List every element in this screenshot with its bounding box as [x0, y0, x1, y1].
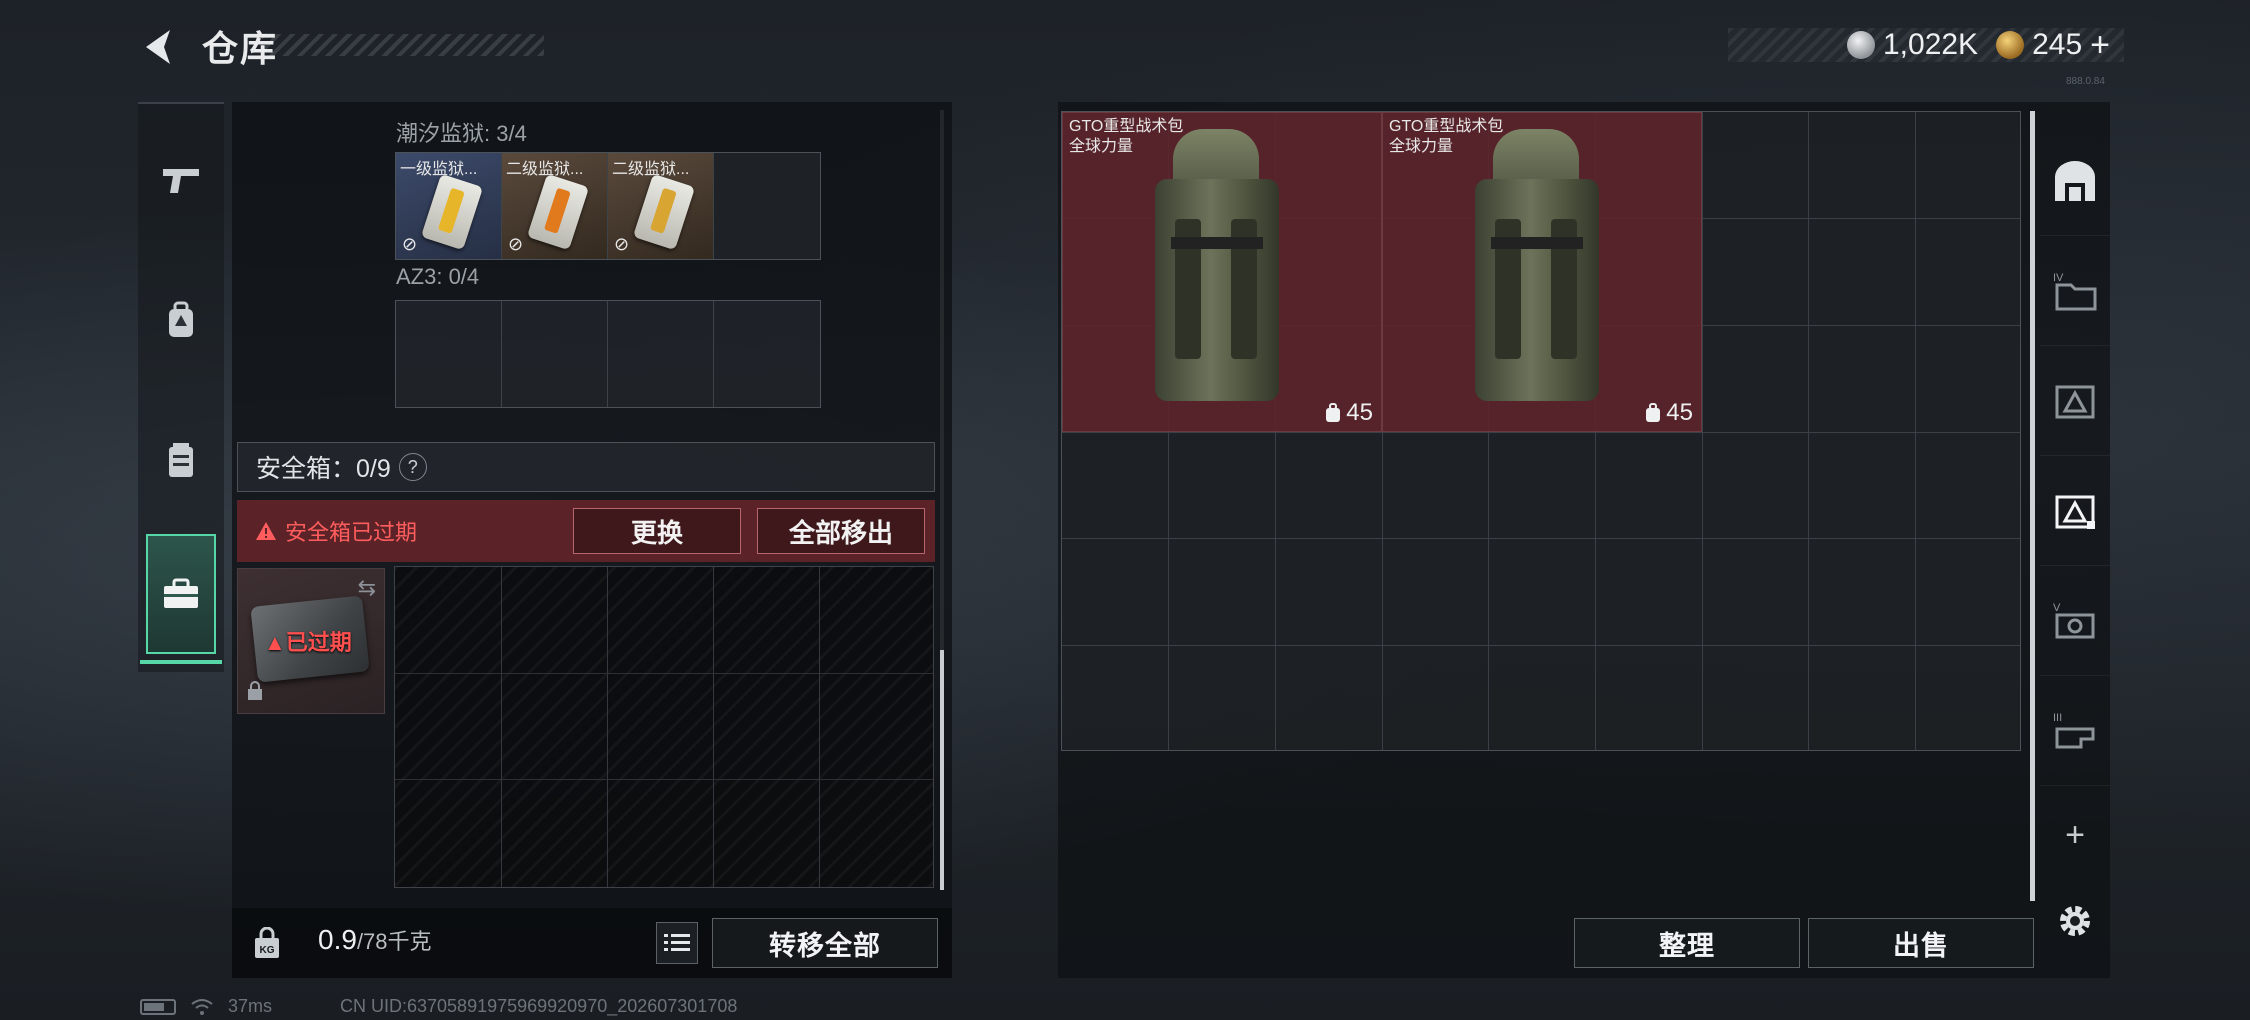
no-transfer-icon: ⊘	[614, 234, 630, 254]
bag-capacity-icon	[1646, 403, 1661, 422]
svg-text:IV: IV	[2053, 272, 2064, 284]
version-label: 888.0.84	[2066, 76, 2105, 87]
bag-capacity-icon	[1326, 403, 1341, 422]
section-label-az3: AZ3: 0/4	[396, 264, 480, 289]
expired-notice-text: 安全箱已过期	[285, 520, 418, 545]
stash-triangle-active-icon	[2055, 495, 2095, 529]
ping-label: 37ms	[228, 996, 273, 1016]
no-transfer-icon: ⊘	[508, 234, 524, 254]
left-footer: KG 0.9/78千克 转移全部	[232, 908, 952, 978]
stash-tab-iv[interactable]: IV	[2040, 236, 2110, 346]
empty-slot[interactable]	[502, 301, 608, 407]
key-card-slot[interactable]: 二级监狱... ⊘	[502, 153, 608, 259]
safebox-header: 安全箱：0/9 ?	[237, 442, 935, 492]
list-view-button[interactable]	[656, 922, 698, 964]
silver-amount: 1,022K	[1882, 28, 1979, 61]
expired-notice: 安全箱已过期	[255, 515, 417, 547]
stash-tray-icon: III	[2053, 712, 2095, 748]
toolbox-icon	[164, 578, 198, 608]
help-icon[interactable]: ?	[398, 453, 427, 481]
wifi-icon	[191, 998, 213, 1015]
tab-weapons[interactable]	[138, 120, 224, 240]
add-stash-tab-button[interactable]: +	[2040, 816, 2110, 866]
backpack-image	[1155, 129, 1279, 409]
organize-button[interactable]: 整理	[1574, 918, 1800, 968]
capacity-label: 45	[1324, 399, 1373, 427]
stash-tab-iii-b[interactable]: III	[2040, 676, 2110, 786]
warning-icon	[256, 522, 276, 540]
svg-text:III: III	[2053, 712, 2062, 724]
stash-tab-v[interactable]: V	[2040, 566, 2110, 676]
lock-icon	[246, 681, 264, 707]
key-card-icon	[526, 173, 590, 251]
backpack-icon	[169, 301, 193, 337]
backpack-image	[1475, 129, 1599, 409]
safebox-title: 安全箱：0/9	[256, 455, 391, 483]
empty-slot[interactable]	[714, 153, 820, 259]
swap-icon[interactable]: ⇆	[358, 575, 376, 601]
stash-item-backpack[interactable]: GTO重型战术包 全球力量 45	[1382, 112, 1702, 432]
stash-arch-icon	[2055, 160, 2095, 201]
empty-slot[interactable]	[714, 301, 820, 407]
stash-tab-active[interactable]	[2040, 456, 2110, 566]
stash-tab-iii[interactable]	[2040, 346, 2110, 456]
vest-icon	[169, 443, 193, 477]
silver-currency: 1,022K	[1846, 28, 1979, 62]
back-arrow-icon	[146, 30, 170, 64]
weight-value: 0.9	[318, 924, 357, 955]
az3-key-grid	[395, 300, 821, 408]
weight-icon: KG	[250, 926, 284, 960]
replace-button[interactable]: 更换	[573, 508, 741, 554]
sell-button[interactable]: 出售	[1808, 918, 2034, 968]
gold-amount: 245	[2032, 28, 2083, 61]
left-scrollbar-thumb[interactable]	[940, 650, 944, 890]
key-card-icon	[420, 173, 484, 251]
svg-text:KG: KG	[260, 945, 275, 956]
title-stripe-decoration	[262, 34, 544, 56]
stash-folder-icon: IV	[2053, 272, 2097, 310]
stash-tabs: IV V III +	[2040, 126, 2110, 906]
prison-key-grid: 一级监狱... ⊘ 二级监狱... ⊘ 二级监狱... ⊘	[395, 152, 821, 260]
safebox-grid[interactable]	[394, 566, 934, 888]
back-button[interactable]	[136, 22, 186, 72]
no-transfer-icon: ⊘	[402, 234, 418, 254]
right-scrollbar[interactable]	[2030, 111, 2035, 901]
capacity-label: 45	[1644, 399, 1693, 427]
stash-grid[interactable]: GTO重型战术包 全球力量 45 GTO重型战术包 全球力量 45	[1061, 111, 2021, 751]
svg-text:V: V	[2053, 602, 2061, 614]
uid-label: CN UID:63705891975969920970_202607301708	[340, 996, 738, 1016]
section-label-prison: 潮汐监狱: 3/4	[396, 121, 527, 146]
key-card-slot[interactable]: 一级监狱... ⊘	[396, 153, 502, 259]
status-bar: 37ms	[140, 996, 272, 1017]
category-rail	[138, 102, 224, 672]
gold-currency[interactable]: 245 +	[1996, 26, 2110, 65]
stash-camera-icon: V	[2053, 602, 2095, 638]
safebox-item[interactable]: ⇆ ▲已过期	[237, 568, 385, 714]
tab-backpack[interactable]	[138, 260, 224, 380]
stash-triangle-icon	[2055, 385, 2095, 418]
tab-safebox[interactable]	[140, 534, 222, 664]
weight-unit: /78千克	[356, 929, 432, 954]
key-card-slot[interactable]: 二级监狱... ⊘	[608, 153, 714, 259]
empty-slot[interactable]	[608, 301, 714, 407]
weight-display: 0.9/78千克	[318, 924, 432, 956]
currency-bar: 1,022K 245 +	[1728, 26, 2124, 65]
empty-slot[interactable]	[396, 301, 502, 407]
gold-coin-icon	[1996, 31, 2025, 59]
move-all-out-button[interactable]: 全部移出	[757, 508, 925, 554]
settings-button[interactable]	[2052, 898, 2098, 944]
pistol-icon	[163, 169, 199, 193]
list-icon	[664, 934, 690, 951]
stash-tab-all[interactable]	[2040, 126, 2110, 236]
add-currency-button[interactable]: +	[2090, 26, 2110, 65]
battery-icon	[140, 998, 176, 1015]
tab-vest[interactable]	[138, 400, 224, 520]
gear-icon	[2060, 906, 2090, 936]
transfer-all-button[interactable]: 转移全部	[712, 918, 938, 968]
safebox-expired-bar: 安全箱已过期 更换 全部移出	[237, 500, 935, 562]
silver-coin-icon	[1846, 31, 1875, 59]
key-card-icon	[632, 173, 696, 251]
expired-tag: ▲已过期	[264, 630, 352, 655]
stash-item-backpack[interactable]: GTO重型战术包 全球力量 45	[1062, 112, 1382, 432]
